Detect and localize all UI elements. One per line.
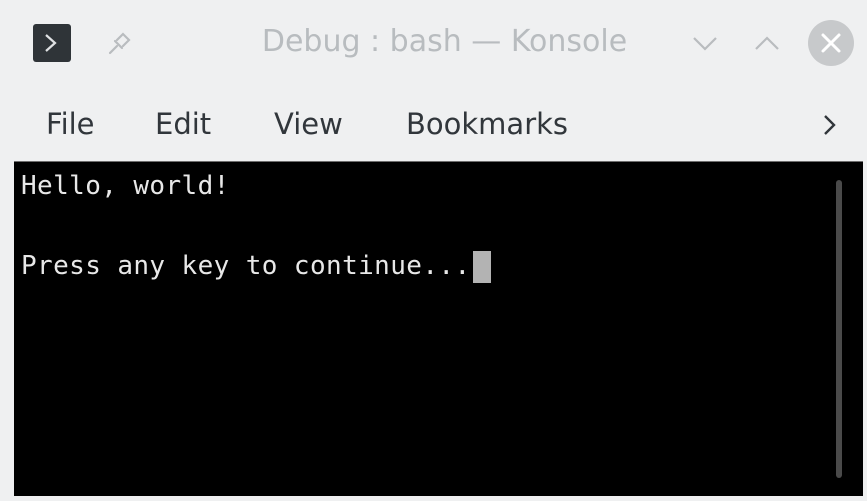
terminal-cursor: [472, 251, 491, 283]
minimize-button[interactable]: [686, 24, 724, 62]
terminal-area[interactable]: Hello, world! Press any key to continue.…: [14, 161, 863, 496]
menu-file[interactable]: File: [46, 90, 95, 160]
konsole-window: Debug : bash — Konsole File Edit View Bo…: [0, 0, 867, 501]
menu-bookmarks[interactable]: Bookmarks: [406, 90, 568, 160]
menu-bar: File Edit View Bookmarks: [0, 90, 867, 160]
terminal-line-output: Hello, world!: [21, 171, 230, 201]
terminal-prompt-text: Press any key to continue...: [21, 251, 471, 281]
terminal-line-prompt: Press any key to continue...: [21, 251, 491, 283]
window-title: Debug : bash — Konsole: [261, 24, 628, 59]
menu-view[interactable]: View: [274, 90, 343, 160]
menu-edit[interactable]: Edit: [155, 90, 211, 160]
menu-overflow-button[interactable]: [812, 90, 846, 160]
maximize-button[interactable]: [748, 24, 786, 62]
chevron-down-icon: [693, 37, 717, 51]
title-bar[interactable]: Debug : bash — Konsole: [0, 0, 867, 86]
close-button[interactable]: [808, 20, 854, 66]
close-icon: [821, 33, 841, 53]
chevron-up-icon: [755, 36, 779, 50]
chevron-right-icon: [824, 115, 836, 135]
terminal-scrollbar[interactable]: [836, 180, 842, 478]
